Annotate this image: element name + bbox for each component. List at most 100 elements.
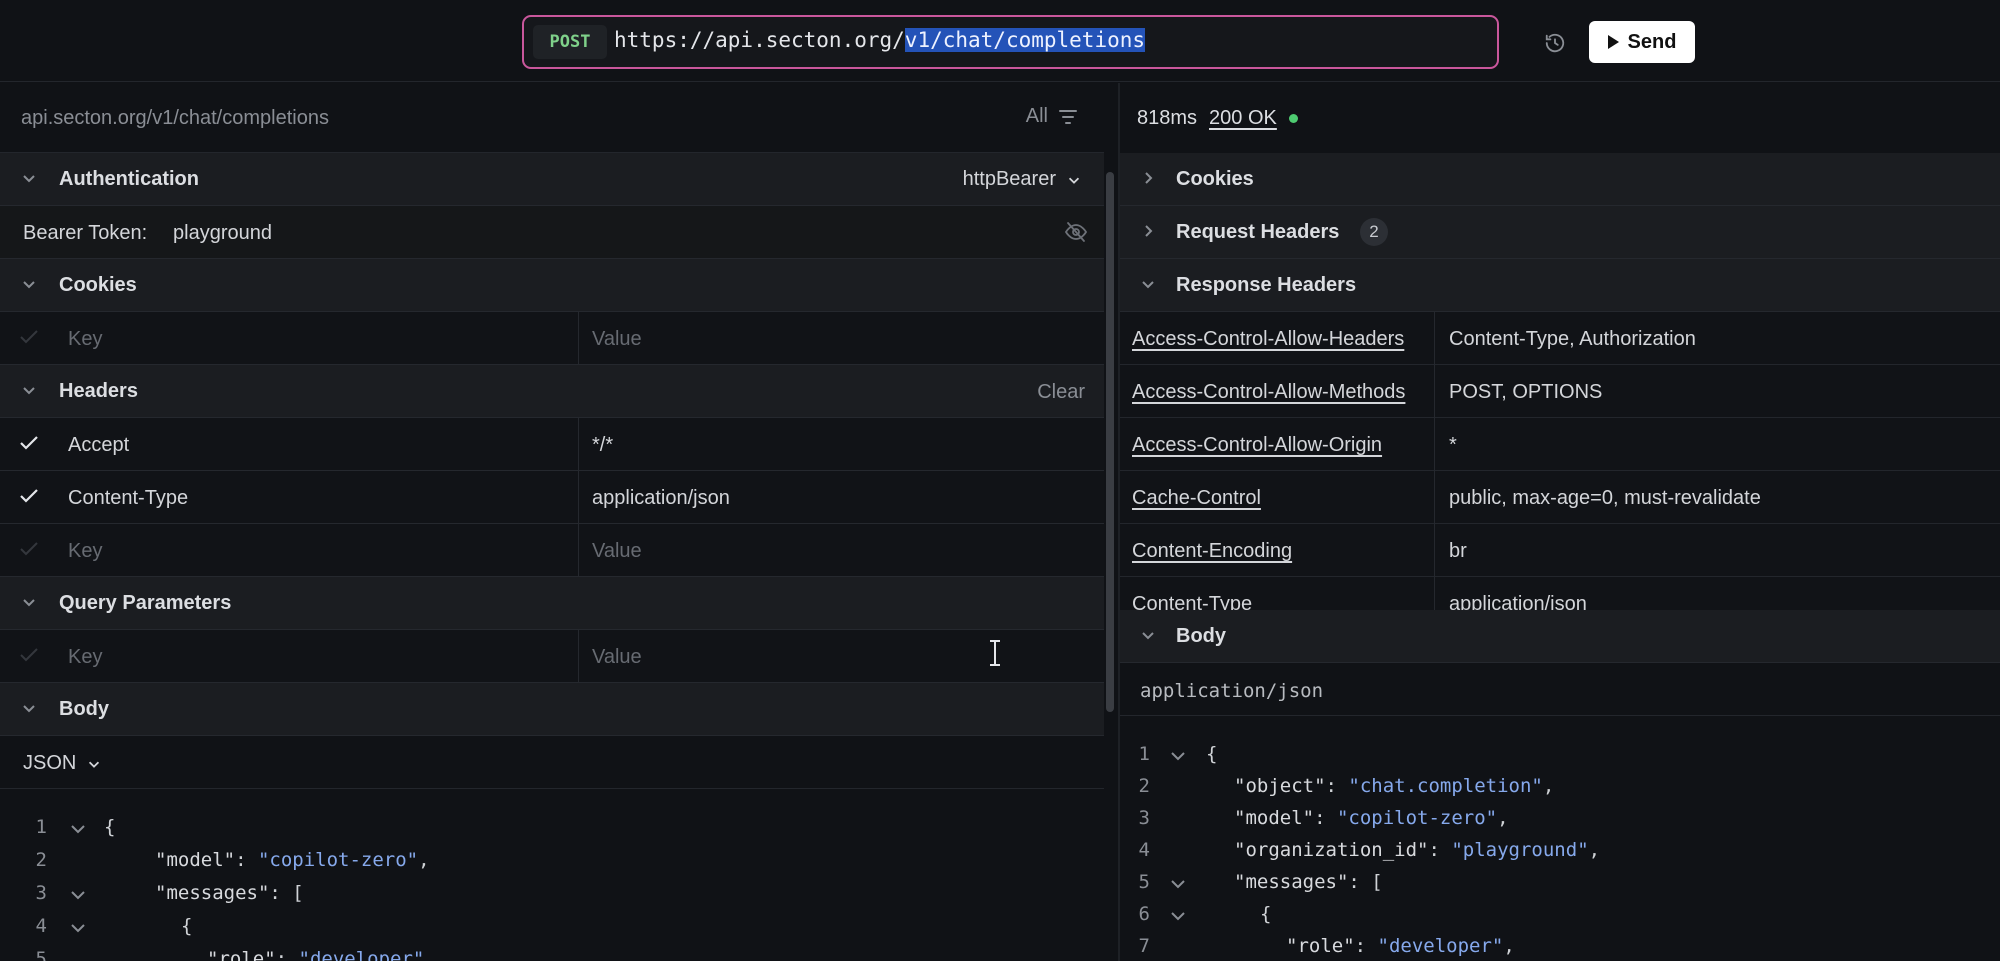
code-line: { bbox=[104, 816, 116, 838]
response-header-key[interactable]: Content-Encoding bbox=[1132, 540, 1292, 563]
code-line: "object": "chat.completion", bbox=[1234, 775, 1555, 797]
chevron-down-icon[interactable] bbox=[1170, 750, 1186, 762]
line-number: 3 bbox=[35, 882, 47, 904]
cookie-empty-row[interactable]: Key Value bbox=[0, 312, 1104, 365]
response-header-key[interactable]: Cache-Control bbox=[1132, 487, 1261, 510]
send-button[interactable]: Send bbox=[1589, 21, 1695, 63]
url-selected-text: v1/chat/completions bbox=[904, 28, 1146, 52]
query-empty-row[interactable]: Key Value bbox=[0, 630, 1104, 683]
filter-control[interactable]: All bbox=[1026, 105, 1078, 128]
response-header-row: Content-Type application/json bbox=[1120, 577, 2000, 610]
breadcrumb-row: api.secton.org/v1/chat/completions All bbox=[0, 83, 1104, 153]
header-key-input[interactable]: Key bbox=[68, 540, 102, 563]
text-cursor-icon bbox=[990, 640, 1000, 666]
url-input[interactable]: https://api.secton.org/v1/chat/completio… bbox=[614, 28, 1146, 52]
body-format-label: JSON bbox=[23, 752, 77, 774]
code-line: "messages": [ bbox=[155, 882, 304, 904]
history-icon[interactable] bbox=[1544, 32, 1566, 54]
response-header-value: POST, OPTIONS bbox=[1449, 381, 1603, 403]
cookie-value-input[interactable]: Value bbox=[592, 328, 642, 351]
section-title: Body bbox=[59, 698, 109, 720]
chevron-down-icon bbox=[1142, 281, 1154, 289]
bearer-token-value[interactable]: playground bbox=[173, 222, 272, 245]
section-request-headers[interactable]: Request Headers 2 bbox=[1120, 206, 2000, 259]
body-format-row: JSON bbox=[0, 736, 1104, 789]
code-line: "role": "developer", bbox=[1286, 935, 1515, 957]
section-title: Cookies bbox=[59, 274, 137, 296]
response-header-key[interactable]: Access-Control-Allow-Methods bbox=[1132, 381, 1405, 404]
response-status: 818ms 200 OK bbox=[1137, 107, 1298, 130]
header-empty-row[interactable]: Key Value bbox=[0, 524, 1104, 577]
line-number: 2 bbox=[1138, 775, 1150, 797]
check-icon[interactable] bbox=[19, 488, 39, 504]
column-divider bbox=[578, 524, 579, 577]
column-divider bbox=[1434, 365, 1435, 418]
code-line: { bbox=[181, 915, 193, 937]
chevron-down-icon[interactable] bbox=[1170, 910, 1186, 922]
section-title: Headers bbox=[59, 380, 138, 402]
response-header-value: public, max-age=0, must-revalidate bbox=[1449, 487, 1761, 509]
body-format-dropdown[interactable]: JSON bbox=[23, 752, 102, 775]
header-key[interactable]: Content-Type bbox=[68, 487, 188, 510]
section-response-headers[interactable]: Response Headers bbox=[1120, 259, 2000, 312]
check-icon[interactable] bbox=[19, 647, 39, 663]
status-code[interactable]: 200 OK bbox=[1209, 107, 1277, 130]
section-response-cookies[interactable]: Cookies bbox=[1120, 153, 2000, 206]
eye-off-icon[interactable] bbox=[1064, 221, 1088, 243]
url-prefix: https://api.secton.org/ bbox=[614, 28, 905, 52]
response-content-type: application/json bbox=[1140, 680, 1324, 702]
column-divider bbox=[1434, 418, 1435, 471]
response-header-key[interactable]: Content-Type bbox=[1132, 593, 1252, 610]
check-icon[interactable] bbox=[19, 435, 39, 451]
header-row[interactable]: Accept */* bbox=[0, 418, 1104, 471]
response-header-key[interactable]: Access-Control-Allow-Headers bbox=[1132, 328, 1404, 351]
code-line: "organization_id": "playground", bbox=[1234, 839, 1601, 861]
method-selector[interactable]: POST bbox=[533, 25, 607, 59]
chevron-down-icon[interactable] bbox=[70, 889, 86, 901]
line-number: 5 bbox=[35, 948, 47, 961]
section-authentication[interactable]: Authentication httpBearer bbox=[0, 153, 1104, 206]
response-header-value: * bbox=[1449, 434, 1457, 456]
check-icon[interactable] bbox=[19, 541, 39, 557]
code-line: "messages": [ bbox=[1234, 871, 1383, 893]
code-line: "role": "developer", bbox=[207, 948, 436, 961]
send-label: Send bbox=[1627, 30, 1677, 53]
response-headers-table[interactable]: Access-Control-Allow-Headers Content-Typ… bbox=[1120, 312, 2000, 610]
scrollbar[interactable] bbox=[1106, 172, 1114, 712]
header-value-input[interactable]: Value bbox=[592, 540, 642, 563]
section-title: Request Headers bbox=[1176, 221, 1340, 243]
chevron-down-icon bbox=[23, 599, 35, 607]
chevron-down-icon bbox=[1068, 177, 1080, 184]
check-icon[interactable] bbox=[19, 329, 39, 345]
cookie-key-input[interactable]: Key bbox=[68, 328, 102, 351]
line-number: 5 bbox=[1138, 871, 1150, 893]
url-bar[interactable]: POST https://api.secton.org/v1/chat/comp… bbox=[522, 15, 1695, 69]
auth-type-dropdown[interactable]: httpBearer bbox=[963, 168, 1082, 191]
filter-label: All bbox=[1025, 105, 1048, 127]
chevron-down-icon bbox=[89, 761, 100, 768]
section-response-body[interactable]: Body bbox=[1120, 610, 2000, 663]
header-value[interactable]: application/json bbox=[592, 487, 730, 510]
section-cookies[interactable]: Cookies bbox=[0, 259, 1104, 312]
chevron-down-icon[interactable] bbox=[1170, 878, 1186, 890]
chevron-down-icon[interactable] bbox=[70, 823, 86, 835]
response-time: 818ms bbox=[1137, 107, 1198, 129]
query-value-input[interactable]: Value bbox=[592, 646, 642, 669]
response-header-key[interactable]: Access-Control-Allow-Origin bbox=[1132, 434, 1382, 457]
column-divider bbox=[578, 312, 579, 365]
header-key[interactable]: Accept bbox=[68, 434, 129, 457]
header-value[interactable]: */* bbox=[592, 434, 613, 457]
section-headers[interactable]: Headers Clear bbox=[0, 365, 1104, 418]
clear-headers-button[interactable]: Clear bbox=[1037, 381, 1085, 404]
section-body[interactable]: Body bbox=[0, 683, 1104, 736]
bearer-token-row[interactable]: Bearer Token: playground bbox=[0, 206, 1104, 259]
section-title: Cookies bbox=[1176, 168, 1254, 190]
column-divider bbox=[1434, 471, 1435, 524]
breadcrumb: api.secton.org/v1/chat/completions bbox=[21, 107, 329, 129]
chevron-down-icon[interactable] bbox=[70, 922, 86, 934]
header-row[interactable]: Content-Type application/json bbox=[0, 471, 1104, 524]
query-key-input[interactable]: Key bbox=[68, 646, 102, 669]
section-query-parameters[interactable]: Query Parameters bbox=[0, 577, 1104, 630]
line-number: 1 bbox=[1138, 743, 1150, 765]
section-title: Body bbox=[1176, 625, 1226, 647]
